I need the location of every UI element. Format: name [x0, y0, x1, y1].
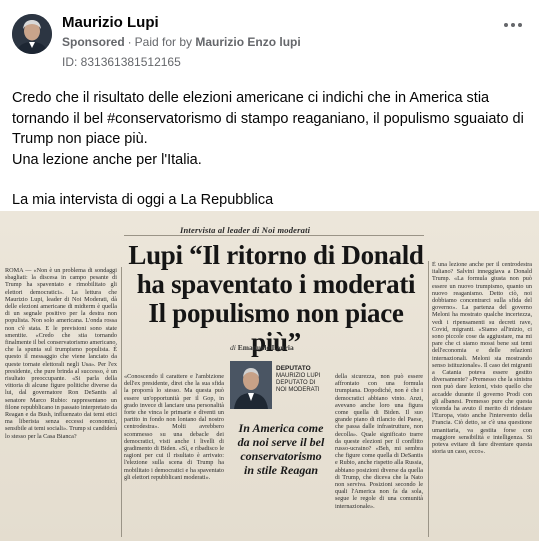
avatar-photo — [12, 14, 52, 54]
portrait-image — [230, 361, 272, 409]
meta-separator: · — [127, 35, 132, 49]
portrait-box: DEPUTATO MAURIZIO LUPI DEPUTATO DI NOI M… — [230, 361, 326, 415]
post-paragraph: Credo che il risultato delle elezioni am… — [12, 90, 524, 147]
portrait-photo — [230, 361, 272, 409]
caption-name: MAURIZIO LUPI — [276, 373, 321, 379]
caption-role: DEPUTATO — [276, 365, 311, 372]
column-rule — [121, 267, 122, 537]
advertiser-name: Maurizio Enzo lupi — [195, 35, 301, 49]
ad-id: ID: 831361381512165 — [62, 55, 181, 69]
headline-rule — [124, 235, 424, 236]
paid-for-prefix: Paid for by — [134, 35, 193, 49]
post-header: Maurizio Lupi Sponsored · Paid for by Maur… — [0, 0, 539, 76]
more-options-icon[interactable] — [499, 14, 527, 36]
author-name[interactable]: Maurizio Lupi — [62, 14, 159, 31]
article-column-4: È una lezione anche per il centrodestra … — [432, 261, 532, 456]
article-column-1: ROMA — «Non è un problema di sondaggi sb… — [5, 267, 117, 440]
newspaper-clipping: Intervista al leader di Noi moderati Lup… — [0, 211, 539, 541]
article-kicker: Intervista al leader di Noi moderati — [180, 225, 311, 235]
post-paragraph: La mia intervista di oggi a La Repubblic… — [12, 192, 274, 208]
pull-quote: In America come da noi serve il bel cons… — [237, 421, 325, 477]
sponsored-line: Sponsored · Paid for by Maurizio Enzo lupi — [62, 35, 301, 49]
article-byline: di Emanuele Lauria — [230, 343, 294, 352]
post-image[interactable]: Intervista al leader di Noi moderati Lup… — [0, 211, 539, 541]
byline-prefix: di — [230, 343, 236, 352]
author-avatar[interactable] — [12, 14, 52, 54]
column-rule — [428, 261, 429, 537]
article-column-3: della sicurezza, non può essere affronta… — [335, 373, 423, 510]
sponsored-label[interactable]: Sponsored — [62, 35, 125, 49]
post-paragraph: Una lezione anche per l'Italia. — [12, 151, 202, 168]
caption-detail: DEPUTATO DI NOI MODERATI — [276, 380, 320, 393]
byline-name: Emanuele Lauria — [237, 343, 294, 352]
article-headline: Lupi “Il ritorno di Donald ha spaventato… — [128, 240, 424, 357]
article-column-2: «Conoscendo il carattere e l'ambizione d… — [124, 373, 224, 481]
portrait-caption: DEPUTATO MAURIZIO LUPI DEPUTATO DI NOI M… — [276, 365, 326, 394]
post-text: Credo che il risultato delle elezioni am… — [12, 88, 527, 211]
